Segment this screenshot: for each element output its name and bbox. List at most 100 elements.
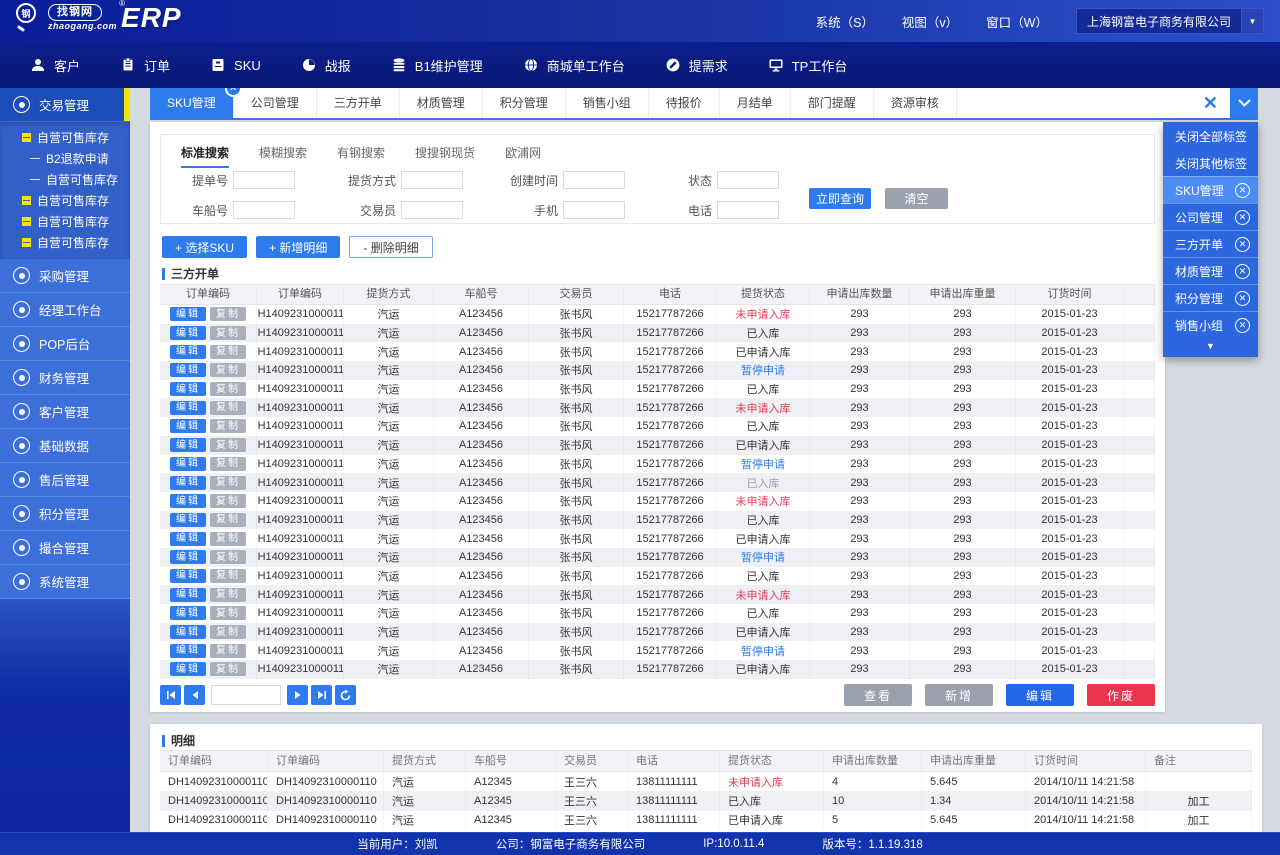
row-copy-button[interactable]: 复制 [210, 307, 246, 321]
close-circle-icon[interactable]: ✕ [1235, 291, 1250, 306]
close-circle-icon[interactable]: ✕ [1235, 318, 1250, 333]
新增-button[interactable]: 新增 [925, 684, 993, 706]
search-tab-欧浦网[interactable]: 欧浦网 [505, 144, 541, 168]
table-row[interactable]: 编辑复制DH14092310000110汽运A123456张书风15217787… [160, 604, 1155, 623]
tabs-dropdown-button[interactable] [1230, 88, 1258, 118]
company-select[interactable]: 上海钢富电子商务有限公司 ▼ [1076, 8, 1264, 34]
row-edit-button[interactable]: 编辑 [170, 606, 206, 620]
sidebar-item-售后管理[interactable]: 售后管理 [0, 463, 130, 497]
field-input-创建时间[interactable] [563, 171, 625, 189]
prev-page-button[interactable] [184, 685, 205, 705]
last-page-button[interactable] [311, 685, 332, 705]
sidebar-subitem-自营可售库存[interactable]: 自营可售库存 [0, 127, 130, 148]
search-tab-模糊搜索[interactable]: 模糊搜索 [259, 144, 307, 168]
caret-down-icon[interactable]: ▼ [1163, 338, 1258, 355]
table-row[interactable]: 编辑复制DH14092310000110汽运A123456张书风15217787… [160, 511, 1155, 530]
row-copy-button[interactable]: 复制 [210, 457, 246, 471]
table-row[interactable]: 编辑复制DH14092310000110汽运A123456张书风15217787… [160, 660, 1155, 679]
row-copy-button[interactable]: 复制 [210, 606, 246, 620]
row-copy-button[interactable]: 复制 [210, 363, 246, 377]
close-circle-icon[interactable]: ✕ [1235, 264, 1250, 279]
row-edit-button[interactable]: 编辑 [170, 644, 206, 658]
field-input-交易员[interactable] [401, 201, 463, 219]
row-edit-button[interactable]: 编辑 [170, 438, 206, 452]
dropdown-tab-公司管理[interactable]: 公司管理✕ [1163, 203, 1258, 230]
nav-item-TP工作台[interactable]: TP工作台 [768, 56, 848, 75]
sidebar-item-经理工作台[interactable]: 经理工作台 [0, 293, 130, 327]
detail-table-row[interactable]: DH14092310000110DH14092310000110汽运A12345… [160, 791, 1252, 810]
row-copy-button[interactable]: 复制 [210, 532, 246, 546]
menu-system[interactable]: 系统（S） [816, 12, 874, 31]
row-edit-button[interactable]: 编辑 [170, 625, 206, 639]
search-tab-标准搜索[interactable]: 标准搜索 [181, 144, 229, 168]
row-edit-button[interactable]: 编辑 [170, 345, 206, 359]
table-row[interactable]: 编辑复制DH14092310000110汽运A123456张书风15217787… [160, 398, 1155, 417]
编辑-button[interactable]: 编辑 [1006, 684, 1074, 706]
next-page-button[interactable] [287, 685, 308, 705]
tab-部门提醒[interactable]: 部门提醒 [791, 88, 874, 118]
field-input-车船号[interactable] [233, 201, 295, 219]
table-row[interactable]: 编辑复制DH14092310000110汽运A123456张书风15217787… [160, 529, 1155, 548]
nav-item-SKU[interactable]: SKU [210, 57, 261, 73]
dropdown-tab-SKU管理[interactable]: SKU管理✕ [1163, 176, 1258, 203]
row-copy-button[interactable]: 复制 [210, 401, 246, 415]
row-copy-button[interactable]: 复制 [210, 476, 246, 490]
tab-SKU管理[interactable]: SKU管理✕ [150, 88, 234, 118]
row-edit-button[interactable]: 编辑 [170, 457, 206, 471]
sidebar-item-客户管理[interactable]: 客户管理 [0, 395, 130, 429]
sidebar-item-采购管理[interactable]: 采购管理 [0, 259, 130, 293]
tab-资源审核[interactable]: 资源审核 [874, 88, 957, 118]
clear-button[interactable]: 清空 [885, 188, 948, 209]
row-copy-button[interactable]: 复制 [210, 625, 246, 639]
sidebar-subitem-B2退款申请[interactable]: B2退款申请 [0, 148, 130, 169]
close-circle-icon[interactable]: ✕ [1235, 237, 1250, 252]
row-copy-button[interactable]: 复制 [210, 438, 246, 452]
close-tabs-icon[interactable]: ✕ [1191, 88, 1230, 118]
row-copy-button[interactable]: 复制 [210, 326, 246, 340]
add-detail-button[interactable]: + 新增明细 [256, 236, 340, 258]
row-edit-button[interactable]: 编辑 [170, 494, 206, 508]
close-circle-icon[interactable]: ✕ [1235, 183, 1250, 198]
sidebar-item-财务管理[interactable]: 财务管理 [0, 361, 130, 395]
row-edit-button[interactable]: 编辑 [170, 569, 206, 583]
dropdown-action-关闭其他标签[interactable]: 关闭其他标签 [1163, 149, 1258, 176]
row-copy-button[interactable]: 复制 [210, 345, 246, 359]
search-tab-搜搜钢现货[interactable]: 搜搜钢现货 [415, 144, 475, 168]
dropdown-tab-三方开单[interactable]: 三方开单✕ [1163, 230, 1258, 257]
row-edit-button[interactable]: 编辑 [170, 307, 206, 321]
table-row[interactable]: 编辑复制DH14092310000110汽运A123456张书风15217787… [160, 623, 1155, 642]
table-row[interactable]: 编辑复制DH14092310000110汽运A123456张书风15217787… [160, 548, 1155, 567]
refresh-icon[interactable] [335, 685, 356, 705]
dropdown-action-关闭全部标签[interactable]: 关闭全部标签 [1163, 122, 1258, 149]
table-row[interactable]: 编辑复制DH14092310000110汽运A123456张书风15217787… [160, 567, 1155, 586]
sidebar-subitem-自营可售库存[interactable]: 自营可售库存 [0, 190, 130, 211]
search-tab-有钢搜索[interactable]: 有钢搜索 [337, 144, 385, 168]
table-row[interactable]: 编辑复制DH14092310000110汽运A123456张书风15217787… [160, 473, 1155, 492]
menu-view[interactable]: 视图（v） [902, 12, 958, 31]
row-edit-button[interactable]: 编辑 [170, 662, 206, 676]
field-input-手机[interactable] [563, 201, 625, 219]
remove-detail-button[interactable]: - 删除明细 [349, 236, 432, 258]
row-copy-button[interactable]: 复制 [210, 662, 246, 676]
field-input-提单号[interactable] [233, 171, 295, 189]
row-edit-button[interactable]: 编辑 [170, 550, 206, 564]
table-row[interactable]: 编辑复制DH14092310000110汽运A123456张书风15217787… [160, 305, 1155, 324]
row-copy-button[interactable]: 复制 [210, 569, 246, 583]
dropdown-tab-销售小组[interactable]: 销售小组✕ [1163, 311, 1258, 338]
row-edit-button[interactable]: 编辑 [170, 363, 206, 377]
page-number-input[interactable] [211, 685, 281, 705]
menu-window[interactable]: 窗口（W） [986, 12, 1048, 31]
table-row[interactable]: 编辑复制DH14092310000110汽运A123456张书风15217787… [160, 361, 1155, 380]
table-row[interactable]: 编辑复制DH14092310000110汽运A123456张书风15217787… [160, 641, 1155, 660]
detail-table-row[interactable]: DH14092310000110DH14092310000110汽运A12345… [160, 811, 1252, 830]
table-row[interactable]: 编辑复制DH14092310000110汽运A123456张书风15217787… [160, 417, 1155, 436]
close-circle-icon[interactable]: ✕ [1235, 210, 1250, 225]
tab-积分管理[interactable]: 积分管理 [483, 88, 566, 118]
sidebar-item-系统管理[interactable]: 系统管理 [0, 565, 130, 599]
tab-公司管理[interactable]: 公司管理 [234, 88, 317, 118]
row-copy-button[interactable]: 复制 [210, 382, 246, 396]
sidebar-subitem-自营可售库存[interactable]: 自营可售库存 [0, 169, 130, 190]
table-row[interactable]: 编辑复制DH14092310000110汽运A123456张书风15217787… [160, 492, 1155, 511]
table-row[interactable]: 编辑复制DH14092310000110汽运A123456张书风15217787… [160, 342, 1155, 361]
sidebar-item-积分管理[interactable]: 积分管理 [0, 497, 130, 531]
